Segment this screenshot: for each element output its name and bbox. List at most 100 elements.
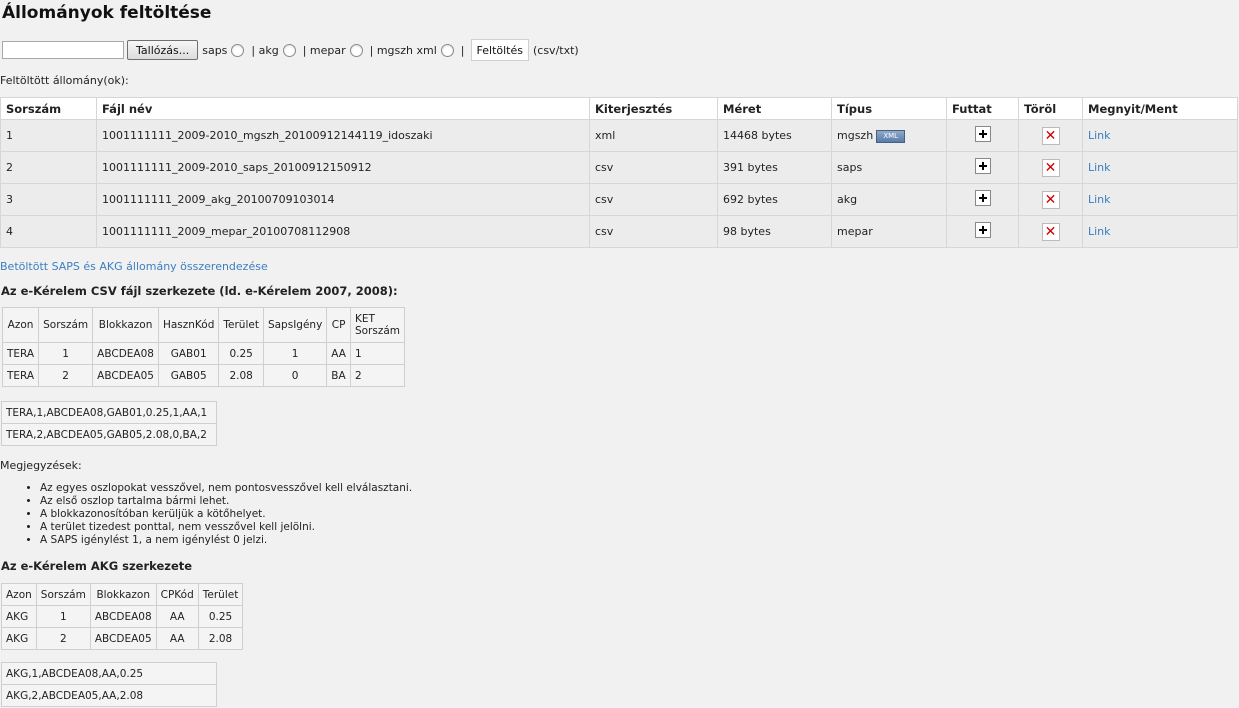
table-row: AKG,1,ABCDEA08,AA,0.25: [1, 662, 217, 685]
cell-type: mepar: [831, 215, 947, 248]
delete-x-icon[interactable]: ✕: [1041, 158, 1060, 177]
radio-saps[interactable]: [231, 43, 245, 57]
csv-lines-table: TERA,1,ABCDEA08,GAB01,0.25,1,AA,1 TERA,2…: [1, 401, 217, 446]
csv-line: TERA,2,ABCDEA05,GAB05,2.08,0,BA,2: [1, 423, 217, 446]
cell-open-save: Link: [1082, 151, 1238, 184]
cell-extension: csv: [589, 215, 718, 248]
col-header: Blokkazon: [89, 583, 157, 606]
col-header: CPKód: [155, 583, 199, 606]
upload-form: Tallózás... saps | akg | mepar | mgszh x…: [2, 39, 579, 61]
col-header-type: Típus: [831, 97, 947, 120]
radio-mepar[interactable]: [349, 43, 363, 57]
separator: |: [460, 43, 465, 57]
open-save-link[interactable]: Link: [1088, 225, 1111, 238]
akg-line: AKG,1,ABCDEA08,AA,0.25: [1, 662, 217, 685]
xml-badge-icon: XML: [876, 129, 906, 143]
col-header: SapsIgény: [262, 307, 328, 343]
table-row: 4 1001111111_2009_mepar_20100708112908 c…: [0, 215, 1238, 248]
file-path-input[interactable]: [2, 41, 124, 59]
table-header-row: Azon Sorszám Blokkazon CPKód Terület: [1, 583, 244, 606]
assoc-saps-akg-link[interactable]: Betöltött SAPS és AKG állomány összerend…: [0, 260, 268, 273]
table-row: 3 1001111111_2009_akg_20100709103014 csv…: [0, 183, 1238, 216]
delete-x-icon[interactable]: ✕: [1041, 190, 1060, 209]
open-save-link[interactable]: Link: [1088, 129, 1111, 142]
cell-run: [946, 183, 1019, 216]
col-header: KET Sorszám: [349, 307, 406, 343]
table-cell: AA: [155, 605, 199, 628]
table-header-row: Azon Sorszám Blokkazon HasznKód Terület …: [1, 307, 406, 343]
col-header-open-save: Megnyit/Ment: [1082, 97, 1238, 120]
cell-open-save: Link: [1082, 183, 1238, 216]
cell-num: 3: [0, 183, 97, 216]
browse-button[interactable]: Tallózás...: [127, 40, 199, 60]
col-header: Sorszám: [38, 307, 94, 343]
akg-section-title: Az e-Kérelem AKG szerkezete: [1, 559, 193, 573]
table-cell: GAB01: [157, 342, 220, 365]
cell-num: 1: [0, 119, 97, 152]
cell-open-save: Link: [1082, 215, 1238, 248]
run-plus-icon[interactable]: [974, 158, 991, 174]
col-header: Azon: [1, 307, 40, 343]
table-row: TERA,1,ABCDEA08,GAB01,0.25,1,AA,1: [1, 401, 217, 424]
cell-size: 14468 bytes: [717, 119, 832, 152]
col-header: Blokkazon: [92, 307, 159, 343]
col-header: Terület: [218, 307, 264, 343]
option-mepar-label: | mepar: [302, 43, 346, 57]
cell-size: 692 bytes: [717, 183, 832, 216]
cell-run: [946, 119, 1019, 152]
csv-section-title: Az e-Kérelem CSV fájl szerkezete (ld. e-…: [1, 284, 398, 298]
delete-x-icon[interactable]: ✕: [1041, 222, 1060, 241]
run-plus-icon[interactable]: [974, 126, 991, 142]
col-header: Terület: [197, 583, 244, 606]
col-header-size: Méret: [717, 97, 832, 120]
table-cell: AKG: [1, 605, 37, 628]
delete-x-icon[interactable]: ✕: [1041, 126, 1060, 145]
option-akg-label: | akg: [251, 43, 279, 57]
cell-delete: ✕: [1018, 215, 1083, 248]
radio-mgszh-xml[interactable]: [440, 43, 454, 57]
cell-extension: xml: [589, 119, 718, 152]
list-item: A terület tizedest ponttal, nem vesszőve…: [40, 521, 412, 534]
type-label: mgszh: [837, 128, 874, 142]
akg-line: AKG,2,ABCDEA05,AA,2.08: [1, 684, 217, 707]
table-cell: TERA: [1, 364, 40, 387]
table-cell: 0.25: [218, 342, 264, 365]
table-row: TERA 2 ABCDEA05 GAB05 2.08 0 BA 2: [1, 364, 406, 387]
cell-filename: 1001111111_2009-2010_mgszh_2010091214411…: [96, 119, 590, 152]
col-header-delete: Töröl: [1018, 97, 1083, 120]
cell-delete: ✕: [1018, 119, 1083, 152]
radio-akg[interactable]: [282, 43, 296, 57]
table-cell: 1: [35, 605, 91, 628]
table-cell: AA: [155, 627, 199, 650]
cell-run: [946, 215, 1019, 248]
cell-filename: 1001111111_2009_akg_20100709103014: [96, 183, 590, 216]
table-row: AKG 1 ABCDEA08 AA 0.25: [1, 605, 244, 628]
csv-structure-table: Azon Sorszám Blokkazon HasznKód Terület …: [1, 307, 406, 387]
run-plus-icon[interactable]: [974, 222, 991, 238]
open-save-link[interactable]: Link: [1088, 161, 1111, 174]
table-row: 2 1001111111_2009-2010_saps_201009121509…: [0, 151, 1238, 184]
col-header-num: Sorszám: [0, 97, 97, 120]
table-cell: GAB05: [157, 364, 220, 387]
table-cell: 0: [262, 364, 328, 387]
col-header-filename: Fájl név: [96, 97, 590, 120]
notes-list: Az egyes oszlopokat vesszővel, nem ponto…: [18, 482, 412, 547]
cell-open-save: Link: [1082, 119, 1238, 152]
option-mgszh-xml-label: | mgszh xml: [369, 43, 437, 57]
upload-button[interactable]: Feltöltés: [470, 39, 529, 61]
table-cell: 2.08: [197, 627, 244, 650]
table-cell: 2: [349, 364, 406, 387]
table-cell: ABCDEA08: [92, 342, 159, 365]
table-cell: 0.25: [197, 605, 244, 628]
table-row: AKG,2,ABCDEA05,AA,2.08: [1, 684, 217, 707]
cell-num: 2: [0, 151, 97, 184]
table-cell: 2: [38, 364, 94, 387]
run-plus-icon[interactable]: [974, 190, 991, 206]
open-save-link[interactable]: Link: [1088, 193, 1111, 206]
table-cell: 2.08: [218, 364, 264, 387]
table-row: 1 1001111111_2009-2010_mgszh_20100912144…: [0, 119, 1238, 152]
col-header: Sorszám: [35, 583, 91, 606]
col-header: CP: [326, 307, 351, 343]
option-saps-label: saps: [202, 43, 228, 57]
cell-size: 98 bytes: [717, 215, 832, 248]
